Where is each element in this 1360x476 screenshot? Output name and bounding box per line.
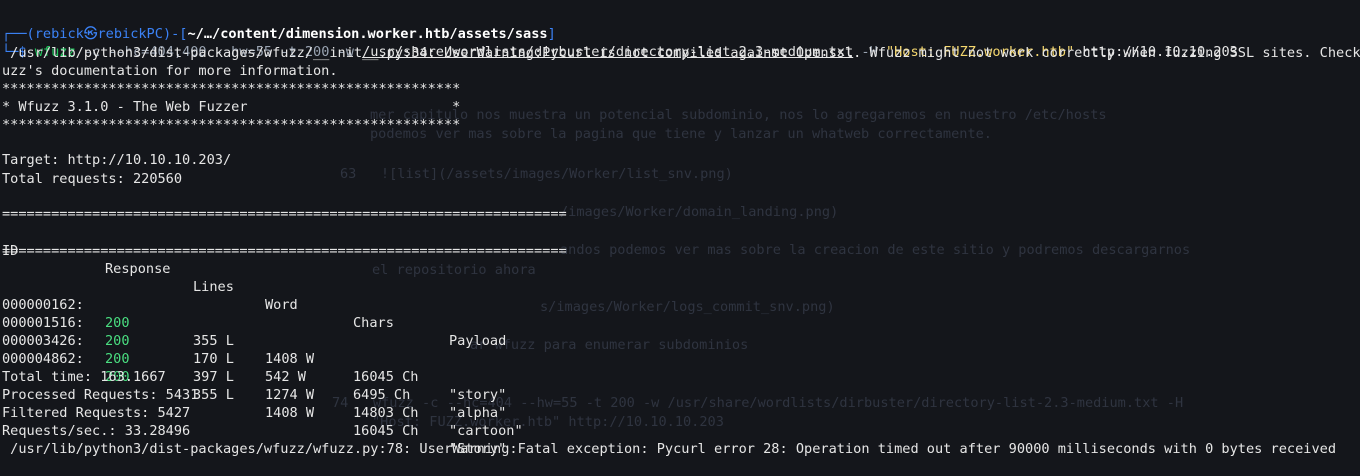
terminal-window[interactable]: mer capitulo nos muestra un potencial su… [0, 0, 1360, 467]
background-editor-text: el repositorio ahora [372, 262, 536, 278]
warning-line: uzz's documentation for more information… [2, 63, 338, 79]
status-code: 200 [105, 351, 130, 367]
prompt-line: ┌──(rebick㉿rebickPC)-[~/…/content/dimens… [2, 26, 556, 42]
filtered-requests: Filtered Requests: 5427 [2, 405, 191, 421]
background-editor-text: s/images/Worker/logs_commit_snv.png) [540, 299, 835, 315]
separator: ========================================… [2, 243, 567, 259]
background-editor-text: "Host: FUZZ.worker.htb" http://10.10.10.… [372, 414, 724, 430]
table-row: 000001516: 200 170 L 542 W 6495 Ch "alph… [2, 315, 507, 421]
requests-per-sec: Requests/sec.: 33.28496 [2, 423, 191, 439]
background-editor-text: mer capitulo nos muestra un potencial su… [370, 107, 1107, 123]
table-header: ID Response Lines Word Chars Payload [2, 243, 507, 349]
total-time: Total time: 163.1667 [2, 369, 166, 385]
total-requests: Total requests: 220560 [2, 171, 183, 187]
target-line: Target: http://10.10.10.203/ [2, 152, 232, 168]
table-row: 000000162: 200 355 L 1408 W 16045 Ch "st… [2, 297, 507, 403]
warning-line: /usr/lib/python3/dist-packages/wfuzz/__i… [2, 45, 1360, 61]
banner-stars: ****************************************… [2, 81, 461, 97]
background-editor-text: /images/Worker/domain_landing.png) [560, 204, 839, 220]
command-line[interactable]: └─$ wfuzz -c --hc=404,400 --hw=55 -t 200… [2, 25, 1238, 60]
background-editor-text: andos podemos ver mas sobre la creacion … [560, 242, 1191, 258]
separator: ========================================… [2, 206, 567, 222]
error-line: /usr/lib/python3/dist-packages/wfuzz/wfu… [2, 441, 1337, 457]
background-editor-text: podemos ver mas sobre la pagina que tien… [370, 126, 992, 142]
table-row: 000004862: 200 355 L 1408 W 16045 Ch "St… [2, 351, 507, 457]
banner-title: * Wfuzz 3.1.0 - The Web Fuzzer * [2, 99, 461, 115]
status-code: 200 [105, 333, 130, 349]
background-editor-text: ar wfuzz para enumerar subdominios [470, 337, 749, 353]
status-code: 200 [105, 315, 130, 331]
banner-stars: ****************************************… [2, 117, 461, 133]
processed-requests: Processed Requests: 5431 [2, 387, 199, 403]
background-editor-text: 63 ![list](/assets/images/Worker/list_sn… [340, 166, 733, 182]
table-row: 000003426: 200 397 L 1274 W 14803 Ch "ca… [2, 333, 523, 439]
